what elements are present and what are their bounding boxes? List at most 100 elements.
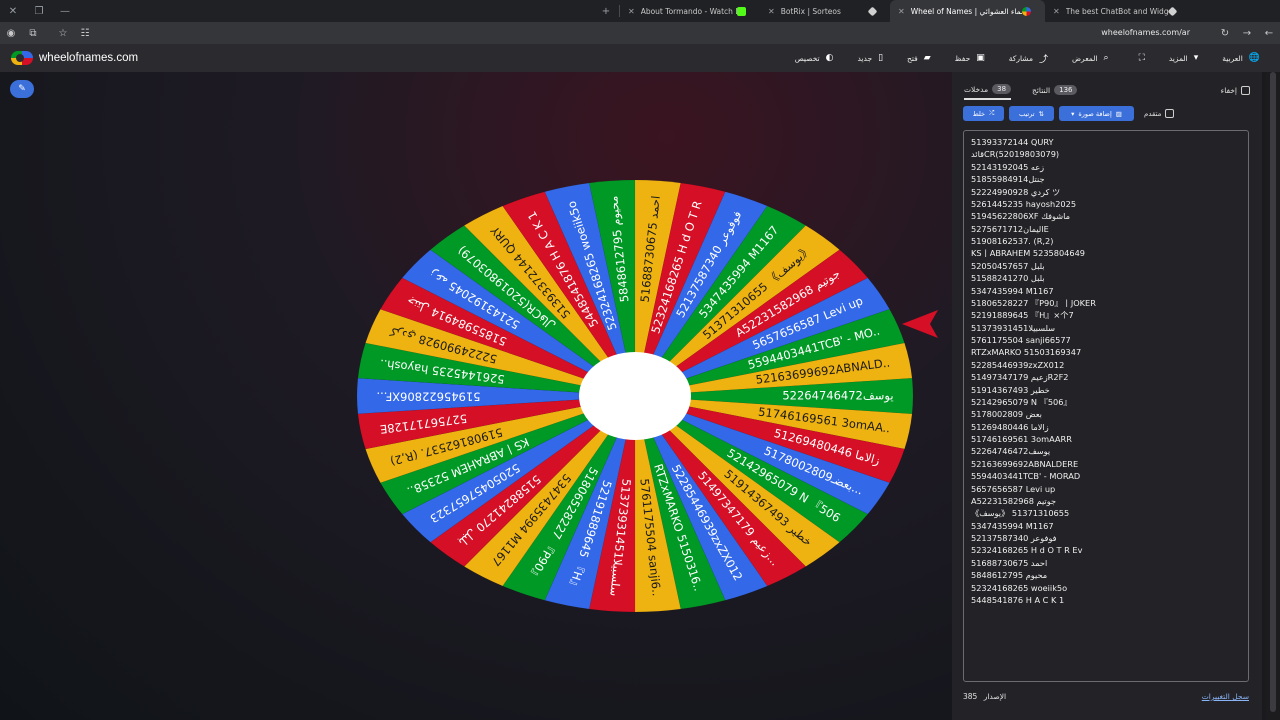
save-icon: ▣ <box>976 53 985 63</box>
menu-label: جديد <box>857 53 873 63</box>
entries-panel: مدخلات 38 النتائج 136 إخفاء خلط ⤮ ترتيب … <box>952 72 1262 720</box>
wheel-hub[interactable] <box>579 352 691 440</box>
tab-close-icon[interactable]: ✕ <box>628 7 635 16</box>
wheel[interactable]: يوسف5226474647251746169561 3omAA..512694… <box>355 106 915 616</box>
add-image-label: إضافة صورة <box>1078 109 1112 118</box>
entry-line: A52231582968 جوتيم <box>971 495 1057 506</box>
hide-checkbox[interactable] <box>1241 86 1250 95</box>
tab-entries[interactable]: مدخلات 38 <box>964 80 1012 100</box>
entry-line: 51914367493 خطير <box>971 384 1050 395</box>
wheel-slice-label: 51945622806XF... <box>376 390 480 404</box>
menu-open[interactable]: فتح ▰ <box>907 53 931 63</box>
folder-icon: ▰ <box>923 53 931 63</box>
entry-line: 5761175504 sanji66577 <box>971 335 1071 345</box>
entry-line: 《يوسف》 51371310655 <box>971 508 1070 519</box>
browser-tab-chatbot[interactable]: ✕ The best ChatBot and Widgets <box>1045 0 1190 22</box>
fullscreen-icon: ⛶ <box>1138 53 1145 63</box>
entry-line: قائدCR(52019803079) <box>971 149 1060 160</box>
hide-panel-toggle[interactable]: إخفاء <box>1221 86 1250 95</box>
menu-share[interactable]: مشاركة ⤴ <box>1009 52 1048 65</box>
tab-close-icon[interactable]: ✕ <box>1053 7 1060 16</box>
chevron-down-icon: ▾ <box>1071 109 1075 118</box>
tab-title: BotRix | Sorteos <box>780 6 841 16</box>
sort-icon: ⇅ <box>1038 109 1044 118</box>
advanced-toggle[interactable]: متقدم <box>1144 109 1175 118</box>
entry-line: 5594403441TCB' - MORAD <box>971 471 1081 482</box>
menu-more[interactable]: المزيد ▾ <box>1169 53 1198 63</box>
entry-line: 51908162537. (R,2) <box>971 236 1054 246</box>
entry-line: 5448541876 H A C K 1 <box>971 594 1065 605</box>
panel-footer: 385 الإصدار سجل التغييرات <box>963 692 1249 706</box>
site-info-icon[interactable]: ☷ <box>74 22 96 44</box>
tab-title: Wheel of Names | عجلة الأسماء العشوائي <box>910 6 1022 16</box>
tab-results[interactable]: النتائج 136 <box>1032 80 1078 100</box>
bookmark-star-icon[interactable]: ☆ <box>52 22 74 44</box>
back-icon[interactable]: ← <box>1258 22 1280 44</box>
menu-customize[interactable]: تخصيص ◐ <box>795 53 834 63</box>
tab-search-icon[interactable]: ◉ <box>0 22 22 44</box>
shuffle-button[interactable]: خلط ⤮ <box>963 106 1004 121</box>
advanced-checkbox[interactable] <box>1165 109 1175 118</box>
version-number: 385 <box>963 692 978 701</box>
wheel-slice-label: يوسف52264746472 <box>782 389 893 404</box>
wheel-pointer <box>902 310 938 338</box>
browser-tab-botrix[interactable]: ✕ BotRix | Sorteos <box>760 0 890 22</box>
browser-tab-bar: ✕ ❐ — + ✕ About Tormando - Watch Live ✕ … <box>0 0 1280 22</box>
menu-label: العربية <box>1222 53 1243 63</box>
menu-save[interactable]: حفظ ▣ <box>955 53 985 63</box>
menu-label: حفظ <box>954 53 971 63</box>
scrollbar-thumb[interactable] <box>1270 72 1276 712</box>
entries-toolbar: خلط ⤮ ترتيب ⇅ ▾ إضافة صورة ▨ متقدم <box>952 106 1262 122</box>
install-app-icon[interactable]: ⧉ <box>22 22 44 44</box>
tab-close-icon[interactable]: ✕ <box>898 7 905 16</box>
entry-line: 51806528227 『P90』丨JOKER <box>971 297 1096 308</box>
page-scrollbar[interactable] <box>1266 72 1280 720</box>
tab-title: About Tormando - Watch Live <box>640 6 737 16</box>
changelog-link[interactable]: سجل التغييرات <box>1202 692 1249 701</box>
menu-fullscreen[interactable]: ⛶ <box>1133 53 1145 63</box>
browser-tab-kick[interactable]: ✕ About Tormando - Watch Live <box>620 0 760 22</box>
kick-logo-icon <box>737 6 746 16</box>
minimize-window-icon[interactable]: — <box>52 0 78 22</box>
shuffle-icon: ⤮ <box>989 109 995 117</box>
menu-language[interactable]: العربية 🌐 <box>1222 53 1260 63</box>
botrix-logo-icon <box>867 6 878 16</box>
close-window-icon[interactable]: ✕ <box>0 0 26 22</box>
entry-line: 51497347179 زعيمR2F2 <box>971 372 1069 383</box>
edit-pencil-icon[interactable]: ✎ <box>10 80 34 98</box>
tab-entries-label: مدخلات <box>964 84 989 94</box>
reload-icon[interactable]: ↻ <box>1214 22 1236 44</box>
wheel-logo-icon <box>11 51 33 65</box>
entry-line: 52050457657 بلبل <box>971 260 1045 271</box>
browser-tab-wheel-of-names[interactable]: ✕ Wheel of Names | عجلة الأسماء العشوائي <box>890 0 1045 22</box>
site-logo[interactable]: wheelofnames.com <box>11 51 138 65</box>
menu-new[interactable]: جديد ▯ <box>857 53 883 63</box>
restore-window-icon[interactable]: ❐ <box>26 0 52 22</box>
entry-line: 51393372144 QURY <box>971 137 1054 147</box>
menu-label: فتح <box>907 53 918 63</box>
menu-gallery[interactable]: المعرض ⌕ <box>1072 53 1109 63</box>
forward-icon[interactable]: → <box>1236 22 1258 44</box>
new-file-icon: ▯ <box>878 53 884 63</box>
chevron-down-icon: ▾ <box>1193 53 1199 63</box>
add-image-button[interactable]: ▾ إضافة صورة ▨ <box>1059 106 1134 121</box>
tab-close-icon[interactable]: ✕ <box>768 7 775 16</box>
entry-line: 5657656587 Levi up <box>971 483 1056 494</box>
entry-line: 52324168265 H d O T R Ev <box>971 545 1083 556</box>
entries-count-badge: 38 <box>992 84 1012 94</box>
entry-line: 51746169561 3omAARR <box>971 434 1072 444</box>
version-info: 385 الإصدار <box>963 692 1006 701</box>
palette-icon: ◐ <box>825 53 834 63</box>
entry-line: 52324168265 woeiik5o <box>971 582 1068 593</box>
sort-button[interactable]: ترتيب ⇅ <box>1009 106 1054 121</box>
entries-textarea[interactable]: 51393372144 QURY قائدCR(52019803079) 52143… <box>963 130 1249 682</box>
url-field[interactable]: wheelofnames.com/ar <box>1101 28 1190 37</box>
search-icon: ⌕ <box>1103 53 1109 63</box>
version-label: الإصدار <box>983 692 1007 701</box>
new-tab-icon[interactable]: + <box>593 0 619 22</box>
image-icon: ▨ <box>1115 109 1122 118</box>
results-count-badge: 136 <box>1054 85 1078 95</box>
entry-line: 52224990928 كردي ツ <box>971 186 1061 197</box>
tab-results-label: النتائج <box>1032 85 1051 95</box>
tab-title: The best ChatBot and Widgets <box>1065 6 1169 16</box>
